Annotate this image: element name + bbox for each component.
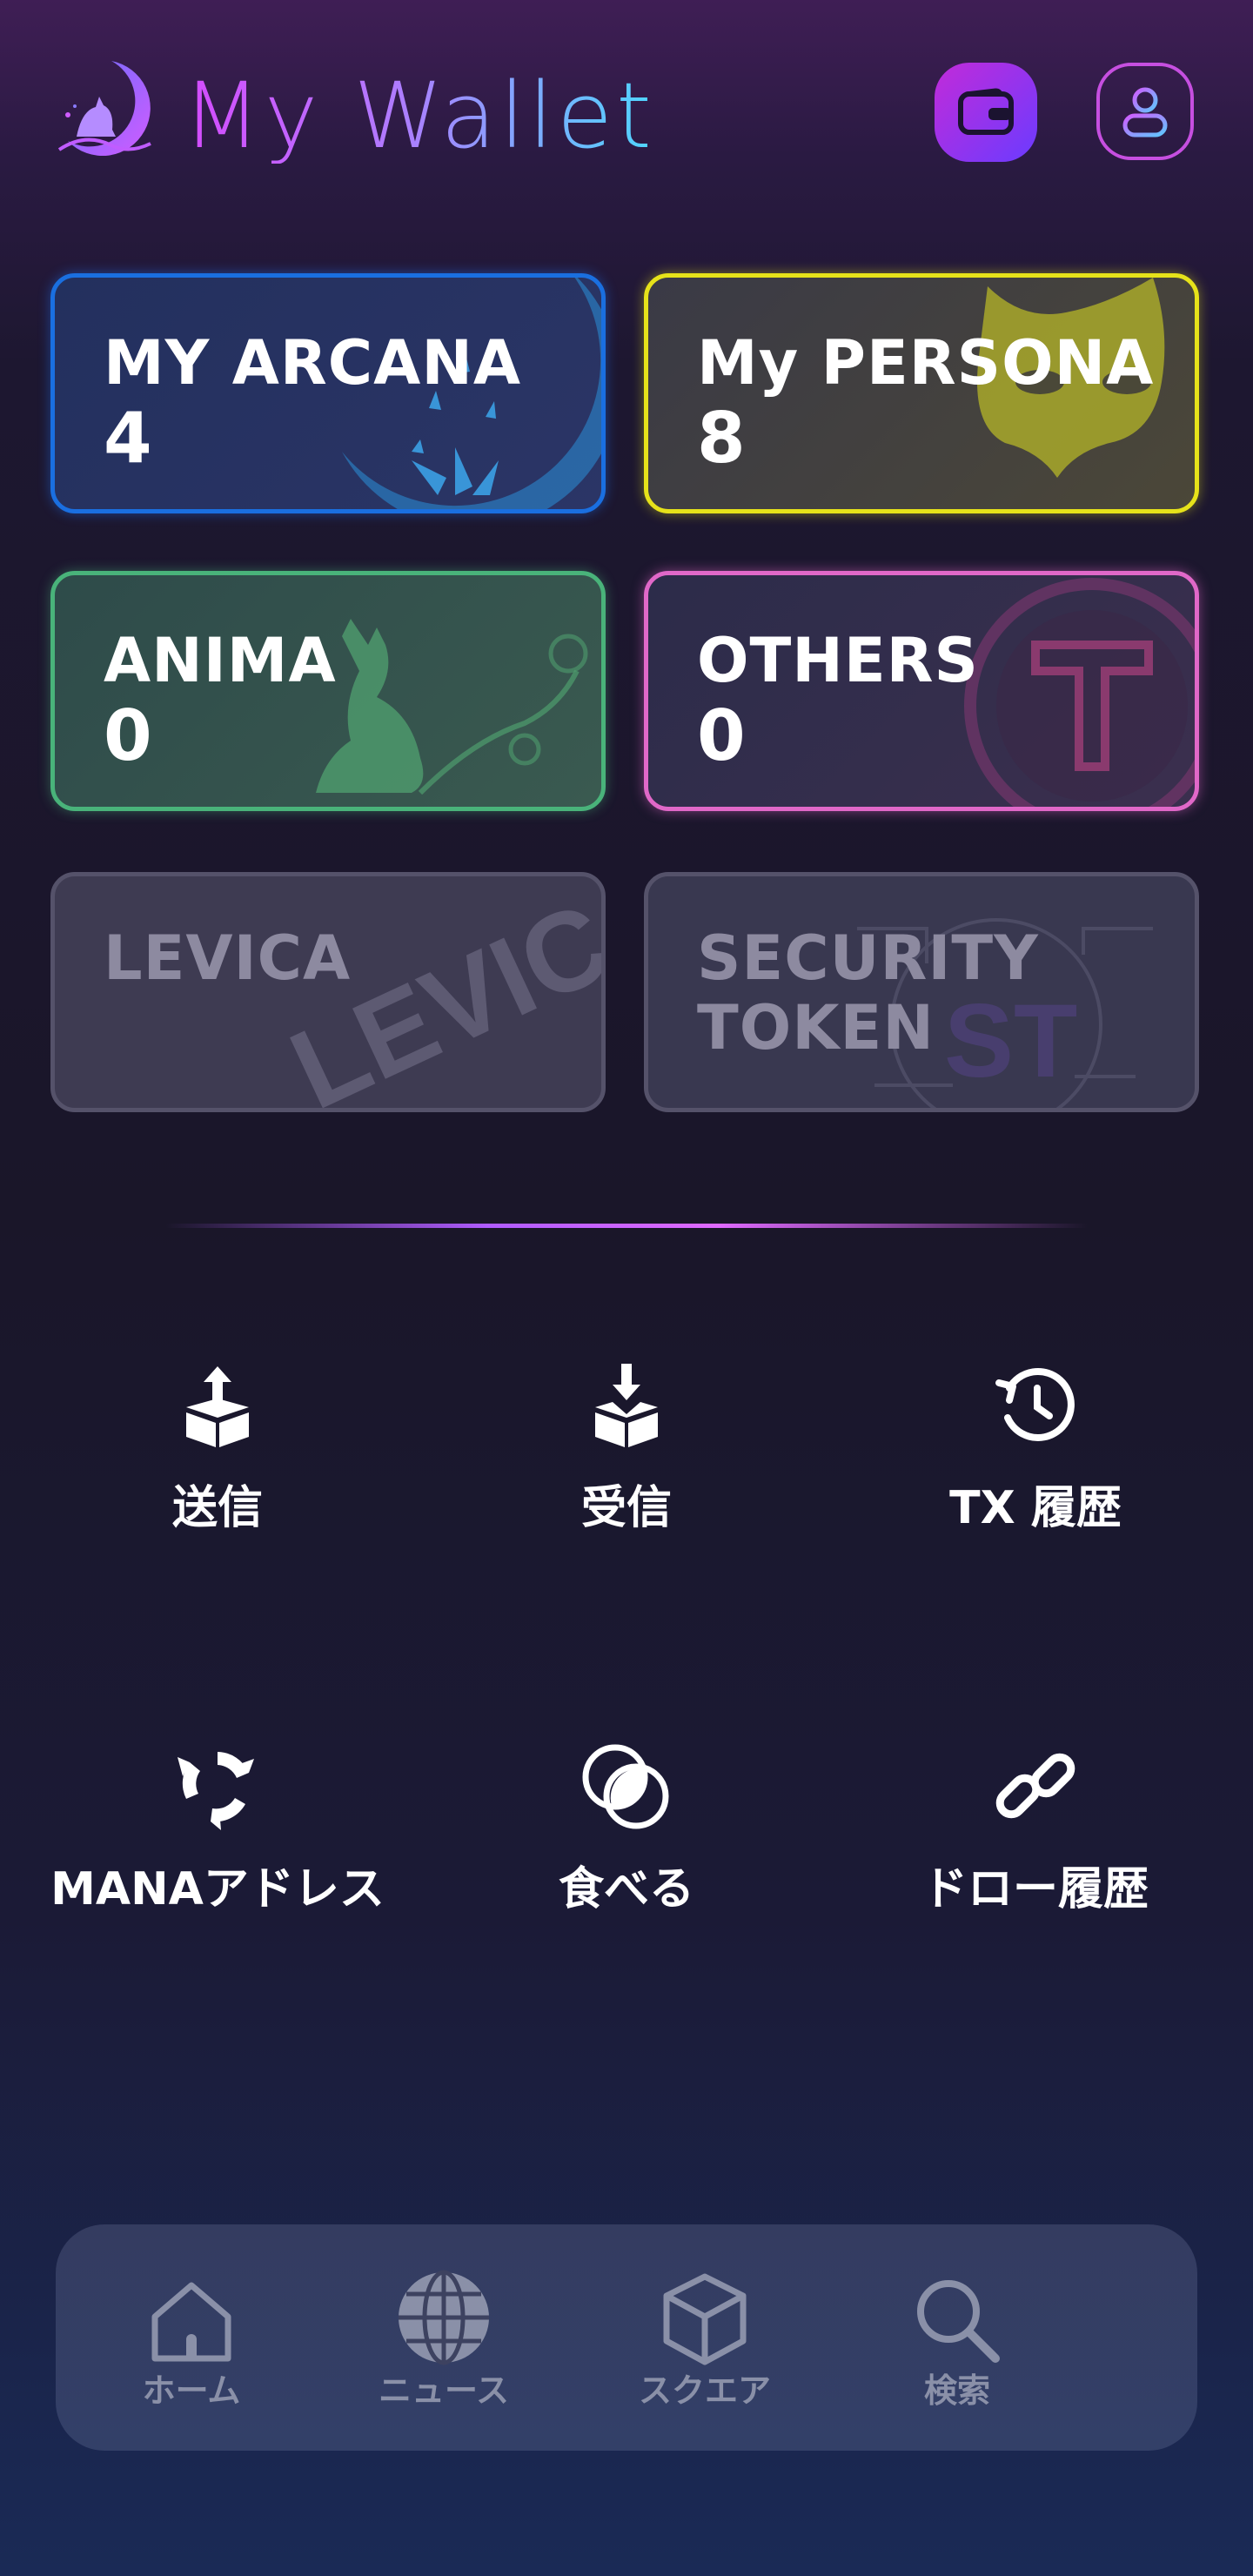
wallet-icon bbox=[958, 88, 1014, 135]
action-eat[interactable]: 食べる bbox=[444, 1739, 809, 1918]
levica-watermark: LEVICA bbox=[272, 876, 606, 1112]
action-draw-history[interactable]: ドロー履歴 bbox=[853, 1739, 1218, 1918]
nav-search[interactable]: 検索 bbox=[853, 2275, 1062, 2412]
cat-moon-logo-icon bbox=[50, 54, 164, 167]
card-count: 0 bbox=[697, 695, 746, 776]
nav-label: ニュース bbox=[378, 2371, 510, 2410]
card-count: 0 bbox=[104, 695, 152, 776]
card-others[interactable]: OTHERS 0 bbox=[644, 571, 1199, 811]
home-icon bbox=[87, 2275, 296, 2365]
nav-news[interactable]: ニュース bbox=[339, 2270, 548, 2412]
nav-label: スクエア bbox=[638, 2371, 771, 2410]
cube-icon bbox=[600, 2273, 809, 2365]
card-my-arcana[interactable]: MY ARCANA 4 bbox=[50, 273, 606, 513]
bottom-nav: ホーム ニュース スクエア 検索 bbox=[56, 2224, 1197, 2451]
card-label: MY ARCANA bbox=[104, 327, 522, 399]
nav-home[interactable]: ホーム bbox=[87, 2275, 296, 2412]
section-divider bbox=[165, 1224, 1088, 1228]
action-label: 送信 bbox=[171, 1482, 263, 1534]
card-anima[interactable]: ANIMA 0 bbox=[50, 571, 606, 811]
overlap-circles-icon bbox=[444, 1739, 809, 1835]
recycle-icon bbox=[35, 1739, 400, 1835]
app-title: My Wallet bbox=[183, 63, 655, 169]
card-count: 4 bbox=[104, 398, 152, 479]
nav-square[interactable]: スクエア bbox=[600, 2273, 809, 2412]
card-levica[interactable]: LEVICA LEVICA bbox=[50, 872, 606, 1112]
action-send[interactable]: 送信 bbox=[35, 1358, 400, 1537]
receive-box-icon bbox=[444, 1358, 809, 1453]
t-emblem-icon bbox=[964, 578, 1195, 807]
svg-text:LEVICA: LEVICA bbox=[272, 876, 606, 1112]
link-icon bbox=[853, 1739, 1218, 1835]
globe-icon bbox=[339, 2270, 548, 2365]
card-my-persona[interactable]: My PERSONA 8 bbox=[644, 273, 1199, 513]
user-icon bbox=[1122, 87, 1168, 138]
card-label: OTHERS bbox=[697, 625, 979, 696]
card-security-token[interactable]: ST SECURITY TOKEN bbox=[644, 872, 1199, 1112]
action-tx-history[interactable]: TX 履歴 bbox=[853, 1358, 1218, 1537]
profile-button[interactable] bbox=[1096, 63, 1194, 160]
card-label: My PERSONA bbox=[697, 327, 1155, 399]
action-label: MANAアドレス bbox=[50, 1863, 385, 1915]
wallet-button[interactable] bbox=[935, 63, 1037, 162]
history-icon bbox=[853, 1358, 1218, 1453]
header: My Wallet bbox=[0, 0, 1253, 226]
card-label: ANIMA bbox=[104, 625, 337, 696]
nav-label: ホーム bbox=[142, 2371, 241, 2410]
action-label: 食べる bbox=[558, 1863, 694, 1915]
card-label: LEVICA bbox=[104, 922, 352, 994]
action-label: TX 履歴 bbox=[949, 1482, 1122, 1534]
nav-label: 検索 bbox=[923, 2371, 990, 2410]
action-mana-address[interactable]: MANAアドレス bbox=[35, 1739, 400, 1918]
search-icon bbox=[853, 2275, 1062, 2365]
action-receive[interactable]: 受信 bbox=[444, 1358, 809, 1537]
card-count: 8 bbox=[697, 398, 746, 479]
action-label: ドロー履歴 bbox=[921, 1863, 1149, 1915]
send-box-icon bbox=[35, 1358, 400, 1453]
action-label: 受信 bbox=[580, 1482, 672, 1534]
card-label: SECURITY TOKEN bbox=[697, 922, 1039, 1063]
